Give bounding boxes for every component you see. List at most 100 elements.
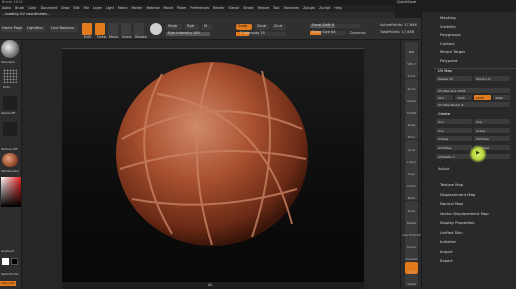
live-boolean-label: Live Boolean xyxy=(51,26,75,30)
standard-brush-icon[interactable] xyxy=(1,40,19,58)
menu-item[interactable]: Render xyxy=(213,6,224,10)
menu-item[interactable]: Draw xyxy=(61,6,69,10)
mrgb-button[interactable]: Mrgb xyxy=(166,24,182,30)
menu-item[interactable]: Document xyxy=(41,6,58,10)
dynamic-button[interactable]: Dynamic xyxy=(350,31,366,36)
palette-subpalette-item[interactable]: Initialize xyxy=(440,239,456,244)
palette-subpalette-item[interactable]: Texture Map xyxy=(440,182,463,187)
zadd-button[interactable]: Zadd xyxy=(236,24,252,30)
uv-map-border-slider[interactable]: UV Map Border 8 xyxy=(436,102,510,107)
menu-item[interactable]: Transform xyxy=(283,6,299,10)
create-header: Create xyxy=(438,112,450,116)
create-uv-button[interactable]: Uvc xyxy=(436,119,472,124)
menu-item[interactable]: Texture xyxy=(257,6,269,10)
menu-item[interactable]: Edit xyxy=(73,6,79,10)
tool-palette: Masking Visibility Polygroups Contact Morph … xyxy=(421,0,516,289)
uv-size-button[interactable]: 4096 xyxy=(493,95,510,100)
edit-button[interactable] xyxy=(82,23,92,35)
palette-subpalette-item[interactable]: Visibility xyxy=(440,24,456,29)
palette-subpalette-item[interactable]: Morph Target xyxy=(440,49,465,54)
live-boolean-button[interactable]: Live Boolean xyxy=(50,26,78,32)
menu-item[interactable]: Stencil xyxy=(229,6,240,10)
menu-item[interactable]: Stroke xyxy=(243,6,253,10)
sphere-model[interactable] xyxy=(62,49,364,281)
palette-subpalette-item[interactable]: Display Properties xyxy=(440,220,474,225)
alpha-off-label: Alpha Off xyxy=(1,111,15,115)
uv-size-button[interactable]: 2048 xyxy=(474,95,491,100)
texture-thumbnail[interactable] xyxy=(3,122,17,136)
gradient-label: Gradient xyxy=(1,249,15,253)
palette-subpalette-item[interactable]: Contact xyxy=(440,41,455,46)
dots-stroke-icon[interactable] xyxy=(3,69,17,83)
material-sphere-icon[interactable] xyxy=(150,23,162,35)
palette-subpalette-item[interactable]: Displacement Map xyxy=(440,192,475,197)
menu-item[interactable]: Layer xyxy=(93,6,102,10)
zcut-button[interactable]: Zcut xyxy=(272,24,286,30)
home-page-button[interactable]: Home Page xyxy=(1,26,23,32)
m-button[interactable]: M xyxy=(202,24,212,30)
bottom-label: AC xyxy=(208,283,213,287)
palette-subpalette-item[interactable]: Polygroups xyxy=(440,32,461,37)
secondary-color-swatch[interactable] xyxy=(11,258,18,265)
alternate-button[interactable]: Alternate xyxy=(0,281,16,286)
menu-item[interactable]: File xyxy=(84,6,89,10)
viewport-bottom-bar: AC xyxy=(62,282,364,289)
uv-size-button[interactable]: 1024 xyxy=(455,95,472,100)
uv-map-size-slider[interactable]: UV Map Size 2048 xyxy=(436,88,510,93)
morph-uv-button[interactable]: Morph UV xyxy=(474,76,510,81)
palette-subpalette-item[interactable]: Vector Displacement Map xyxy=(440,211,489,216)
lightbox-button[interactable]: LightBox xyxy=(26,26,46,32)
create-uv-button[interactable]: Uvbox xyxy=(474,127,510,133)
menu-item[interactable]: Marker xyxy=(132,6,143,10)
focal-shift-label: Focal Shift 0 xyxy=(312,23,335,27)
palette-subpalette-item[interactable]: Import xyxy=(440,249,453,254)
create-uv-button[interactable]: Uvtiles xyxy=(436,136,472,141)
shelf-button-label: Floor xyxy=(408,135,415,140)
shelf-button-label: Scale xyxy=(407,208,416,213)
palette-subpalette-item[interactable]: Export xyxy=(440,258,452,263)
menu-item[interactable]: Help xyxy=(334,6,341,10)
menu-item[interactable]: Brush xyxy=(15,6,24,10)
main-color-swatch[interactable] xyxy=(2,258,9,265)
palette-subpalette-item[interactable]: Normal Map xyxy=(440,201,463,206)
quicksave-button[interactable]: QuickSave xyxy=(397,0,416,5)
create-uv-button[interactable]: Uvp xyxy=(474,119,510,124)
create-uv-button[interactable]: PUVTiles xyxy=(474,136,510,141)
menu-item[interactable]: Alpha xyxy=(2,6,11,10)
create-uv-button[interactable]: GUVTiles xyxy=(436,144,472,150)
menu-item[interactable]: Movie xyxy=(163,6,172,10)
skinshade-material-icon[interactable] xyxy=(2,153,18,167)
adjust-item[interactable]: Adjust xyxy=(438,167,449,172)
shelf-button-label: Solo xyxy=(408,269,415,274)
rgb-button[interactable]: Rgb xyxy=(185,24,199,30)
menu-item[interactable]: Color xyxy=(28,6,36,10)
notice-text: ...loading UV coordinates... xyxy=(2,12,51,16)
rotate-button[interactable] xyxy=(134,23,144,35)
create-uv-button[interactable]: Uvs xyxy=(436,127,472,133)
document-canvas[interactable] xyxy=(62,48,364,288)
uv-size-button[interactable]: 512 xyxy=(436,95,453,100)
texture-off-label: Texture Off xyxy=(1,147,18,151)
morph-uv-label: Morph UV xyxy=(476,77,491,81)
menu-item[interactable]: Light xyxy=(106,6,114,10)
color-picker[interactable] xyxy=(1,177,21,207)
move-button[interactable] xyxy=(108,23,118,35)
menu-item[interactable]: Zplugin xyxy=(303,6,315,10)
menu-item[interactable]: Preferences xyxy=(190,6,209,10)
scale-button[interactable] xyxy=(121,23,131,35)
active-points-readout: ActivePoints: 17,646 xyxy=(380,23,417,27)
menu-item[interactable]: Tool xyxy=(273,6,279,10)
shelf-button-label: Local xyxy=(407,147,416,152)
menu-item[interactable]: Picker xyxy=(177,6,187,10)
alpha-thumbnail[interactable] xyxy=(3,96,17,110)
menu-item[interactable]: Material xyxy=(147,6,160,10)
zsub-button[interactable]: Zsub xyxy=(255,24,269,30)
menu-item[interactable]: Macro xyxy=(118,6,128,10)
menu-item[interactable]: Zscript xyxy=(319,6,330,10)
delete-uv-button[interactable]: Delete UV xyxy=(436,76,472,81)
switch-color-button[interactable]: SwitchColor xyxy=(1,273,19,276)
palette-subpalette-item[interactable]: Polypaint xyxy=(440,58,457,63)
draw-button[interactable] xyxy=(95,23,105,35)
palette-subpalette-item[interactable]: Unified Skin xyxy=(440,230,463,235)
palette-subpalette-item[interactable]: Masking xyxy=(440,15,456,20)
